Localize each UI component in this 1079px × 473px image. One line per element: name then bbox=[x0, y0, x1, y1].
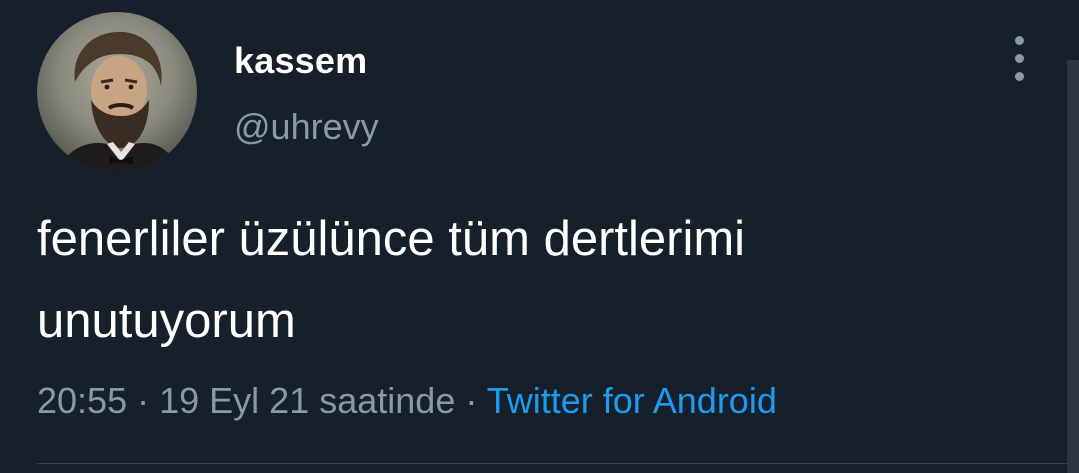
tweet-text: fenerliler üzülünce tüm dertlerimi unutu… bbox=[37, 198, 1037, 362]
avatar[interactable] bbox=[37, 12, 197, 172]
more-vertical-icon bbox=[1015, 36, 1024, 45]
author-display-name[interactable]: kassem bbox=[234, 40, 367, 82]
tweet-text-line: unutuyorum bbox=[37, 294, 296, 348]
divider bbox=[37, 463, 1079, 464]
tweet-detail: kassem @uhrevy fenerliler üzülünce tüm d… bbox=[0, 0, 1079, 473]
portrait-avatar-icon bbox=[57, 31, 181, 172]
meta-separator: · bbox=[465, 380, 478, 421]
meta-separator: · bbox=[137, 380, 150, 421]
tweet-text-line: fenerliler üzülünce tüm dertlerimi bbox=[37, 212, 746, 266]
scrollbar[interactable] bbox=[1067, 60, 1079, 473]
tweet-date[interactable]: 19 Eyl 21 saatinde bbox=[159, 380, 455, 421]
author-handle[interactable]: @uhrevy bbox=[234, 106, 379, 148]
tweet-metadata: 20:55 · 19 Eyl 21 saatinde · Twitter for… bbox=[37, 380, 777, 422]
more-vertical-icon-dot bbox=[1015, 54, 1024, 63]
more-options-button[interactable] bbox=[1002, 36, 1038, 82]
tweet-time[interactable]: 20:55 bbox=[37, 380, 127, 421]
more-vertical-icon-dot bbox=[1015, 72, 1024, 81]
tweet-source-link[interactable]: Twitter for Android bbox=[487, 380, 777, 421]
